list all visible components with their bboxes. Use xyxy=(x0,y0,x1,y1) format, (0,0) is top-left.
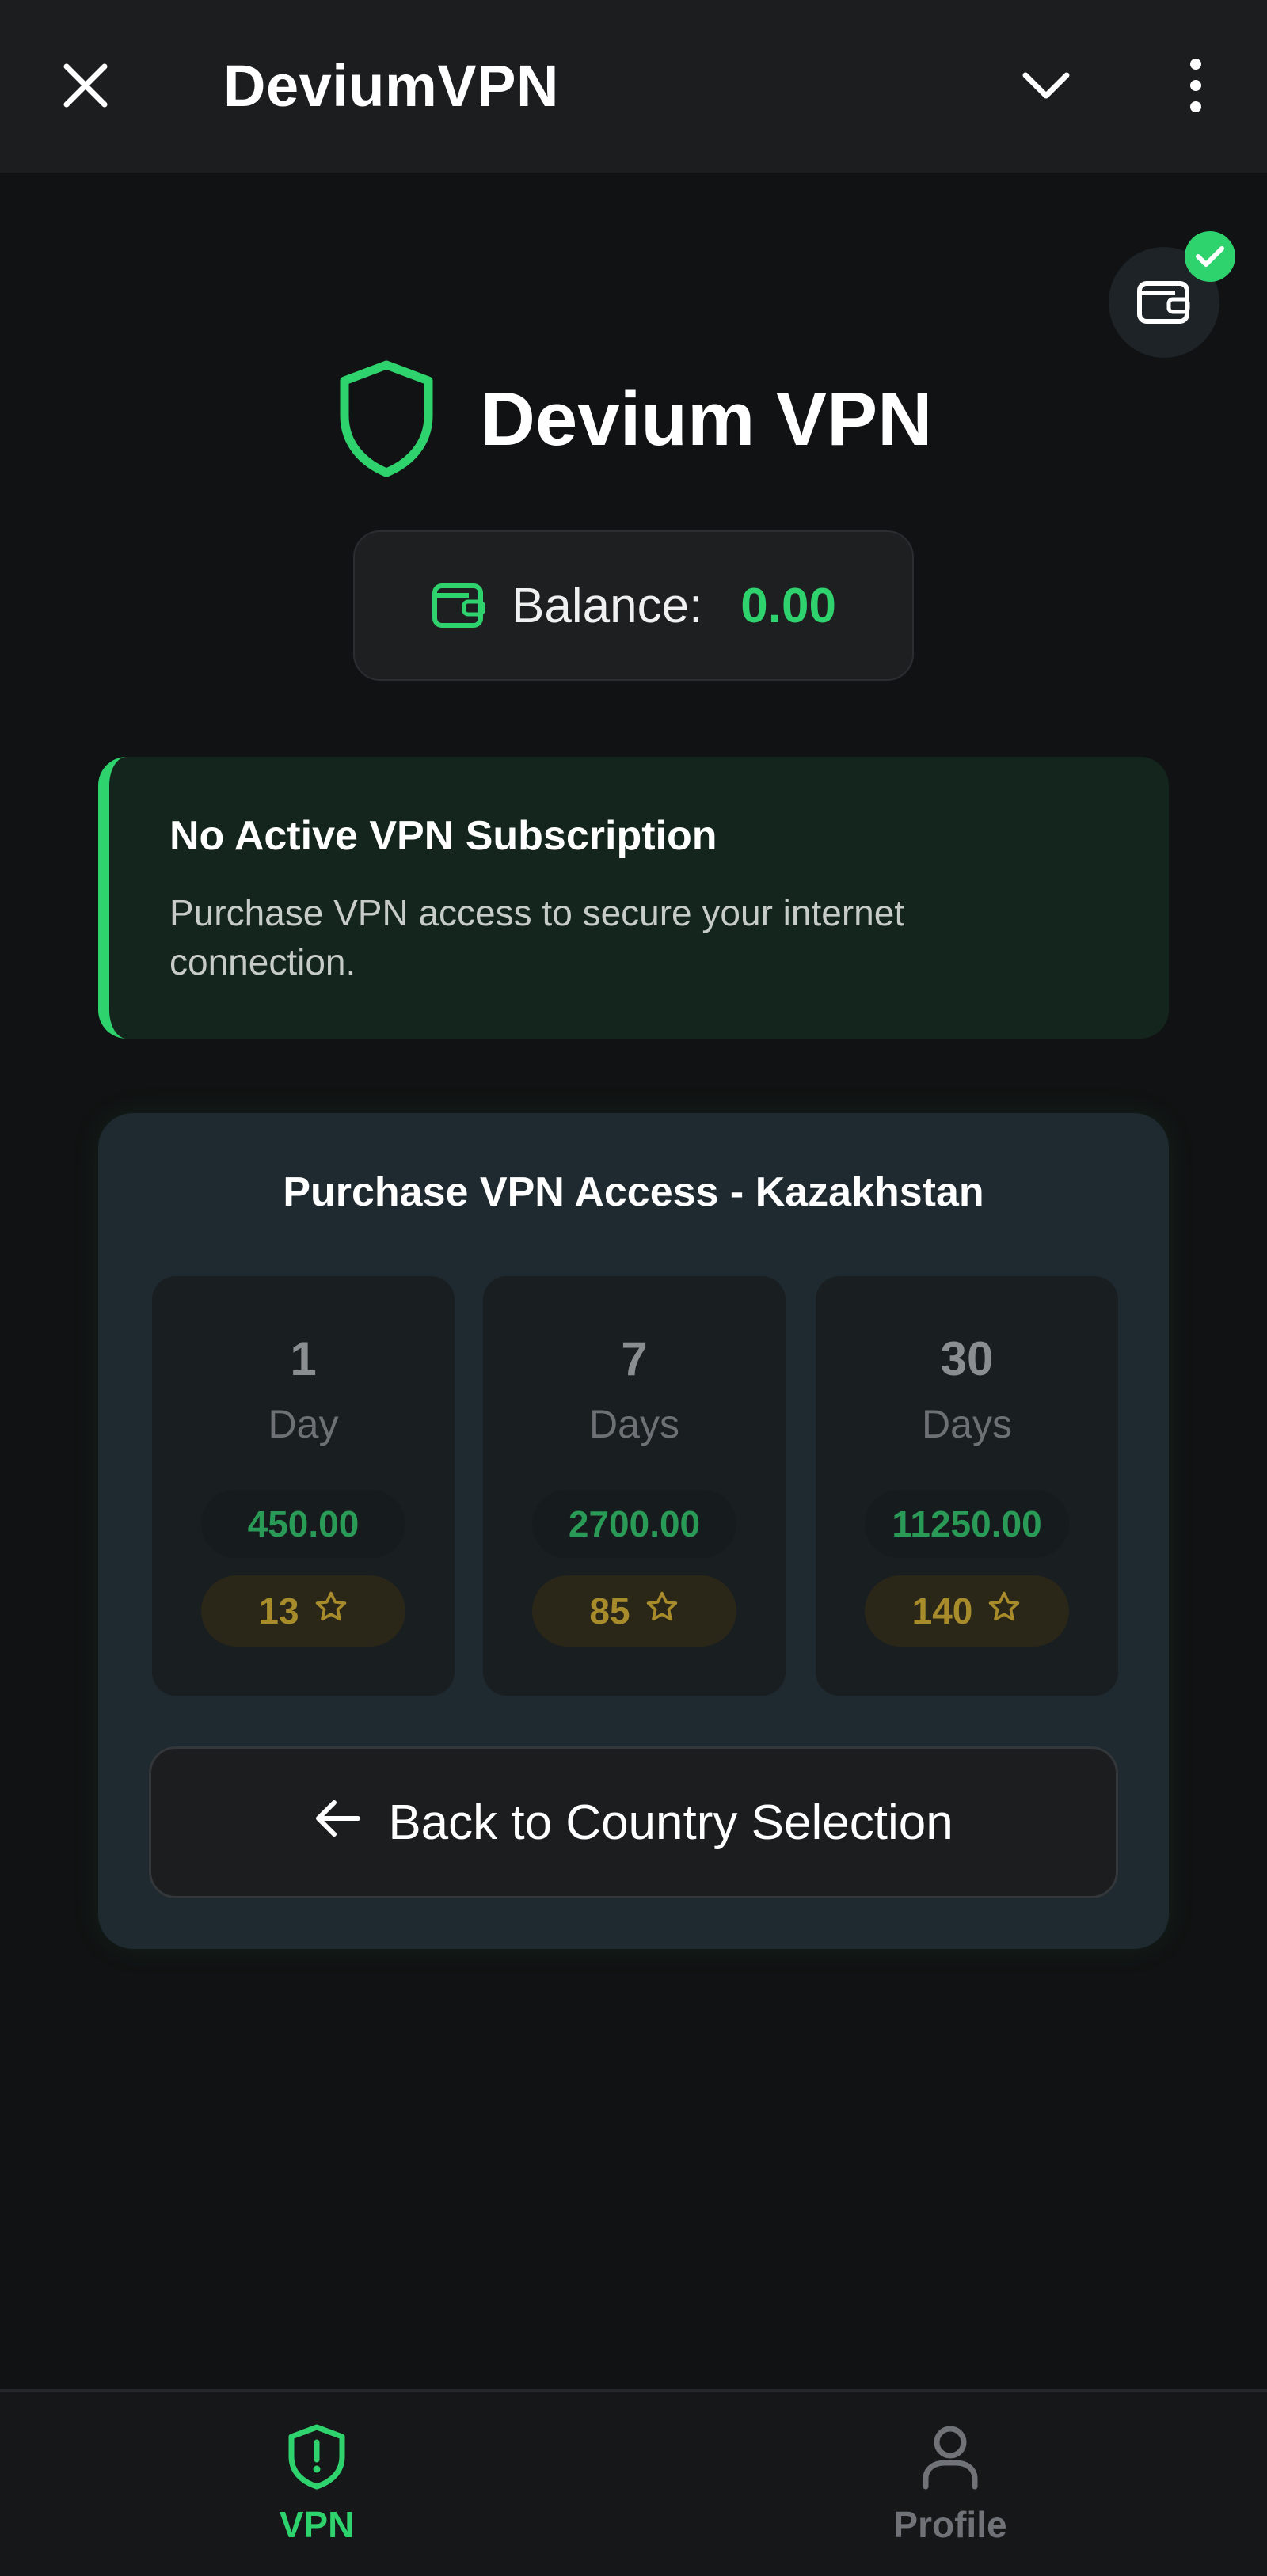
plan-option-7-days[interactable]: 7 Days 2700.00 85 xyxy=(483,1276,786,1696)
balance-pill: Balance: 0.00 xyxy=(353,530,914,681)
plan-duration: 1 xyxy=(290,1332,317,1385)
price-value: 2700.00 xyxy=(568,1503,701,1544)
price-value: 450.00 xyxy=(247,1503,360,1544)
purchase-title: Purchase VPN Access - Kazakhstan xyxy=(283,1169,984,1215)
plan-duration: 30 xyxy=(940,1332,994,1385)
shield-alert-icon xyxy=(285,2423,348,2494)
back-to-country-button[interactable]: Back to Country Selection xyxy=(149,1746,1118,1898)
alert-title: No Active VPN Subscription xyxy=(169,813,717,859)
plan-price[interactable]: 11250.00 xyxy=(865,1490,1069,1558)
plan-unit: Days xyxy=(589,1402,679,1446)
stars-value: 140 xyxy=(911,1590,973,1632)
wallet-icon xyxy=(1136,275,1193,330)
plan-option-1-day[interactable]: 1 Day 450.00 13 xyxy=(152,1276,455,1696)
brand-name: Devium VPN xyxy=(480,377,933,462)
top-app-bar: DeviumVPN xyxy=(0,0,1267,173)
balance-label: Balance: xyxy=(512,578,703,633)
plan-duration: 7 xyxy=(621,1332,648,1385)
stars-value: 13 xyxy=(258,1590,299,1632)
purchase-card: Purchase VPN Access - Kazakhstan 1 Day 4… xyxy=(98,1113,1169,1949)
shield-icon xyxy=(335,359,438,481)
wallet-icon xyxy=(431,578,488,634)
bottom-navigation: VPN Profile xyxy=(0,2389,1267,2576)
arrow-left-icon xyxy=(314,1795,361,1851)
back-button-label: Back to Country Selection xyxy=(388,1795,953,1850)
plan-price[interactable]: 450.00 xyxy=(201,1490,405,1558)
plan-stars-price[interactable]: 85 xyxy=(532,1575,736,1647)
user-icon xyxy=(919,2423,982,2494)
more-vertical-icon[interactable] xyxy=(1172,55,1219,116)
check-icon xyxy=(1185,231,1235,282)
chevron-down-icon[interactable] xyxy=(1014,59,1079,114)
plan-option-30-days[interactable]: 30 Days 11250.00 140 xyxy=(816,1276,1118,1696)
brand-header: Devium VPN xyxy=(0,356,1267,483)
plan-stars-price[interactable]: 13 xyxy=(201,1575,405,1647)
plan-price[interactable]: 2700.00 xyxy=(532,1490,736,1558)
price-value: 11250.00 xyxy=(892,1503,1042,1544)
close-icon[interactable] xyxy=(55,55,116,116)
star-icon xyxy=(645,1590,679,1633)
stars-value: 85 xyxy=(589,1590,630,1632)
star-icon xyxy=(987,1590,1022,1633)
wallet-button[interactable] xyxy=(1109,231,1235,358)
balance-value: 0.00 xyxy=(740,578,836,633)
alert-message: Purchase VPN access to secure your inter… xyxy=(169,892,905,982)
subscription-alert: No Active VPN Subscription Purchase VPN … xyxy=(98,757,1169,1039)
plan-unit: Days xyxy=(922,1402,1012,1446)
nav-label-vpn: VPN xyxy=(279,2504,355,2545)
nav-item-vpn[interactable]: VPN xyxy=(198,2423,436,2550)
nav-label-profile: Profile xyxy=(893,2504,1007,2545)
plan-unit: Day xyxy=(268,1402,339,1446)
plan-stars-price[interactable]: 140 xyxy=(865,1575,1069,1647)
app-title: DeviumVPN xyxy=(223,53,559,119)
star-icon xyxy=(314,1590,348,1633)
nav-item-profile[interactable]: Profile xyxy=(831,2423,1069,2550)
